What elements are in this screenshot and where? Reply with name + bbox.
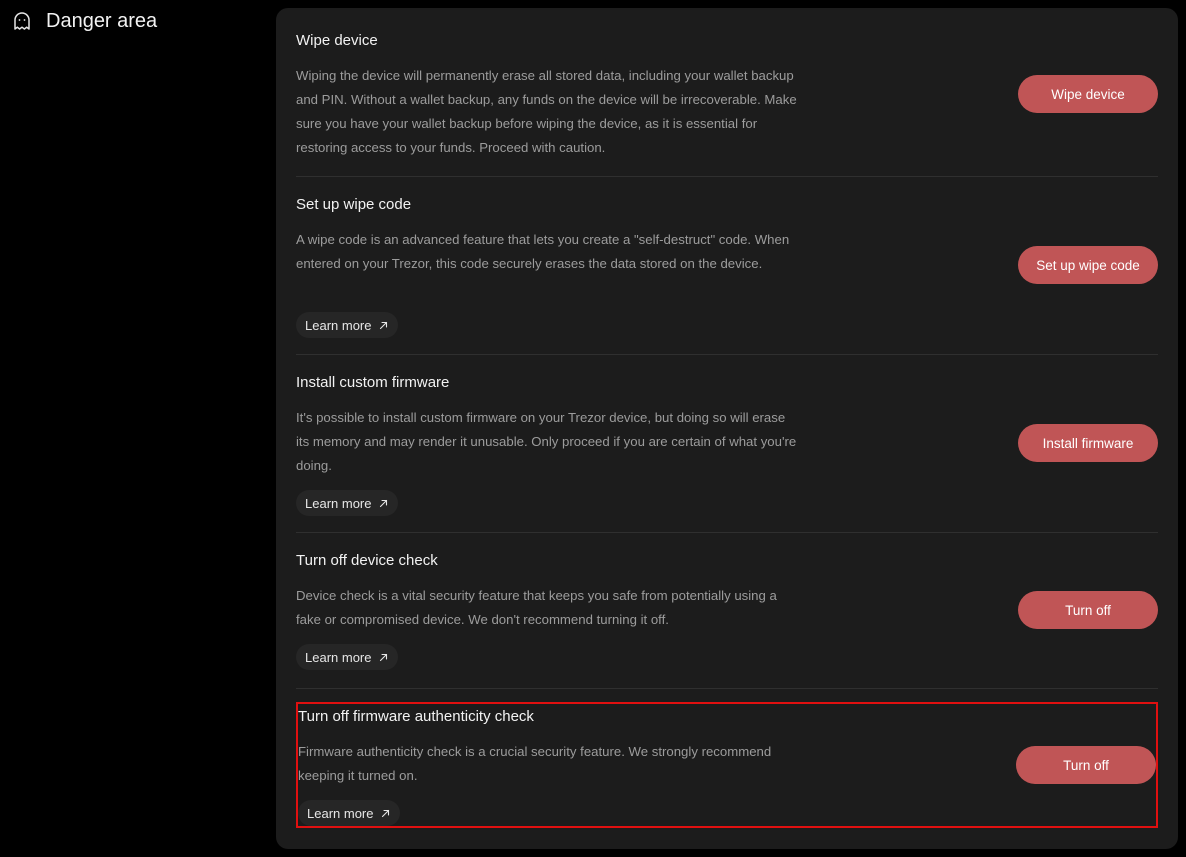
setting-row-firmware-authenticity: Turn off firmware authenticity check Fir… [298, 689, 1156, 829]
row-title: Wipe device [296, 32, 378, 49]
danger-area-card: Wipe device Wiping the device will perma… [276, 8, 1178, 849]
turn-off-firmware-check-button[interactable]: Turn off [1016, 746, 1156, 784]
row-description: Wiping the device will permanently erase… [296, 68, 797, 155]
external-link-icon [379, 321, 388, 330]
learn-more-link[interactable]: Learn more [296, 490, 399, 516]
learn-more-link[interactable]: Learn more [296, 312, 399, 338]
row-title: Install custom firmware [296, 374, 450, 391]
row-description: Device check is a vital security feature… [296, 588, 777, 627]
row-title: Turn off device check [296, 552, 438, 569]
setting-row-device-check: Turn off device check Device check is a … [296, 533, 1158, 689]
external-link-icon [379, 499, 388, 508]
row-description: It's possible to install custom firmware… [296, 410, 797, 473]
row-title: Set up wipe code [296, 196, 412, 213]
external-link-icon [379, 653, 388, 662]
row-description: Firmware authenticity check is a crucial… [298, 744, 772, 783]
setting-row-custom-firmware: Install custom firmware It's possible to… [296, 355, 1158, 533]
setting-row-wipe-device: Wipe device Wiping the device will perma… [296, 8, 1158, 177]
set-up-wipe-code-button[interactable]: Set up wipe code [1018, 246, 1158, 284]
learn-more-label: Learn more [305, 649, 372, 665]
external-link-icon [381, 809, 390, 818]
section-header: Danger area [12, 8, 157, 34]
learn-more-label: Learn more [305, 495, 372, 511]
install-firmware-button[interactable]: Install firmware [1018, 424, 1158, 462]
learn-more-link[interactable]: Learn more [296, 644, 399, 670]
turn-off-device-check-button[interactable]: Turn off [1018, 591, 1158, 629]
learn-more-link[interactable]: Learn more [298, 800, 401, 826]
wipe-device-button[interactable]: Wipe device [1018, 75, 1158, 113]
learn-more-label: Learn more [305, 317, 372, 333]
row-title: Turn off firmware authenticity check [298, 708, 534, 725]
row-description: A wipe code is an advanced feature that … [296, 232, 790, 271]
learn-more-label: Learn more [307, 805, 374, 821]
section-title: Danger area [46, 9, 158, 32]
ghost-icon [12, 11, 32, 31]
setting-row-wipe-code: Set up wipe code A wipe code is an advan… [296, 177, 1158, 355]
